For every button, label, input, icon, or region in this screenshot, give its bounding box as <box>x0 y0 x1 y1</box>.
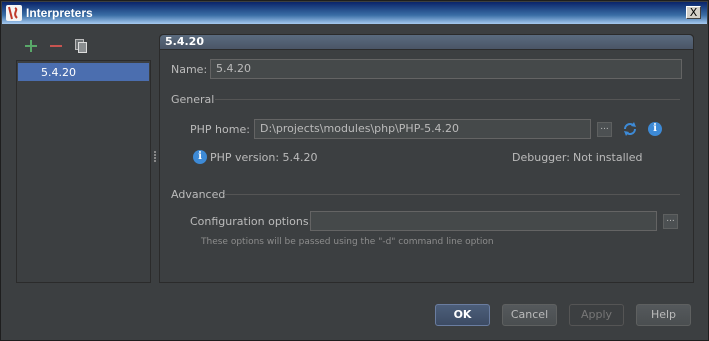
refresh-icon <box>624 122 636 136</box>
close-button[interactable]: X <box>686 6 701 19</box>
interpreter-list: 5.4.20 <box>16 60 151 283</box>
help-button[interactable]: Help <box>636 304 691 326</box>
copy-icon <box>75 39 87 53</box>
details-title: 5.4.20 <box>165 35 204 48</box>
add-interpreter-button[interactable] <box>23 38 39 54</box>
details-header: 5.4.20 <box>160 35 693 50</box>
name-field[interactable]: 5.4.20 <box>210 59 682 79</box>
info-icon[interactable]: i <box>648 122 662 136</box>
plus-icon <box>25 40 37 52</box>
copy-interpreter-button[interactable] <box>73 38 89 54</box>
php-version-text: PHP version: 5.4.20 <box>210 151 318 164</box>
close-icon: X <box>689 6 698 19</box>
refresh-button[interactable] <box>622 121 638 137</box>
list-item-label: 5.4.20 <box>41 66 76 79</box>
phpstorm-icon <box>6 5 22 21</box>
general-section-label: General <box>171 93 215 106</box>
config-options-hint: These options will be passed using the "… <box>201 237 494 247</box>
remove-interpreter-button[interactable] <box>48 38 64 54</box>
expand-config-button[interactable]: ... <box>663 214 678 229</box>
minus-icon <box>50 45 62 47</box>
title-bar: Interpreters X <box>2 2 707 24</box>
advanced-section-label: Advanced <box>171 188 226 201</box>
list-item[interactable]: 5.4.20 <box>18 63 149 81</box>
splitter-handle[interactable] <box>154 151 157 165</box>
advanced-separator <box>224 194 680 195</box>
debugger-label: Debugger: <box>512 151 570 164</box>
debugger-value: Not installed <box>573 151 643 164</box>
window-title: Interpreters <box>26 6 93 20</box>
general-separator <box>215 99 680 100</box>
php-home-label: PHP home: <box>190 123 250 136</box>
php-home-field[interactable]: D:\projects\modules\php\PHP-5.4.20 <box>254 119 591 139</box>
ok-button[interactable]: OK <box>435 304 490 326</box>
config-options-field[interactable] <box>310 211 657 231</box>
interpreters-dialog: Interpreters X 5.4.20 5.4.20 Name: 5.4.2… <box>0 0 709 341</box>
apply-button[interactable]: Apply <box>569 304 624 326</box>
config-options-label: Configuration options: <box>190 215 313 228</box>
php-version-info-icon: i <box>193 150 207 164</box>
name-label: Name: <box>171 63 208 76</box>
cancel-button[interactable]: Cancel <box>502 304 557 326</box>
browse-php-home-button[interactable]: ... <box>597 122 612 137</box>
